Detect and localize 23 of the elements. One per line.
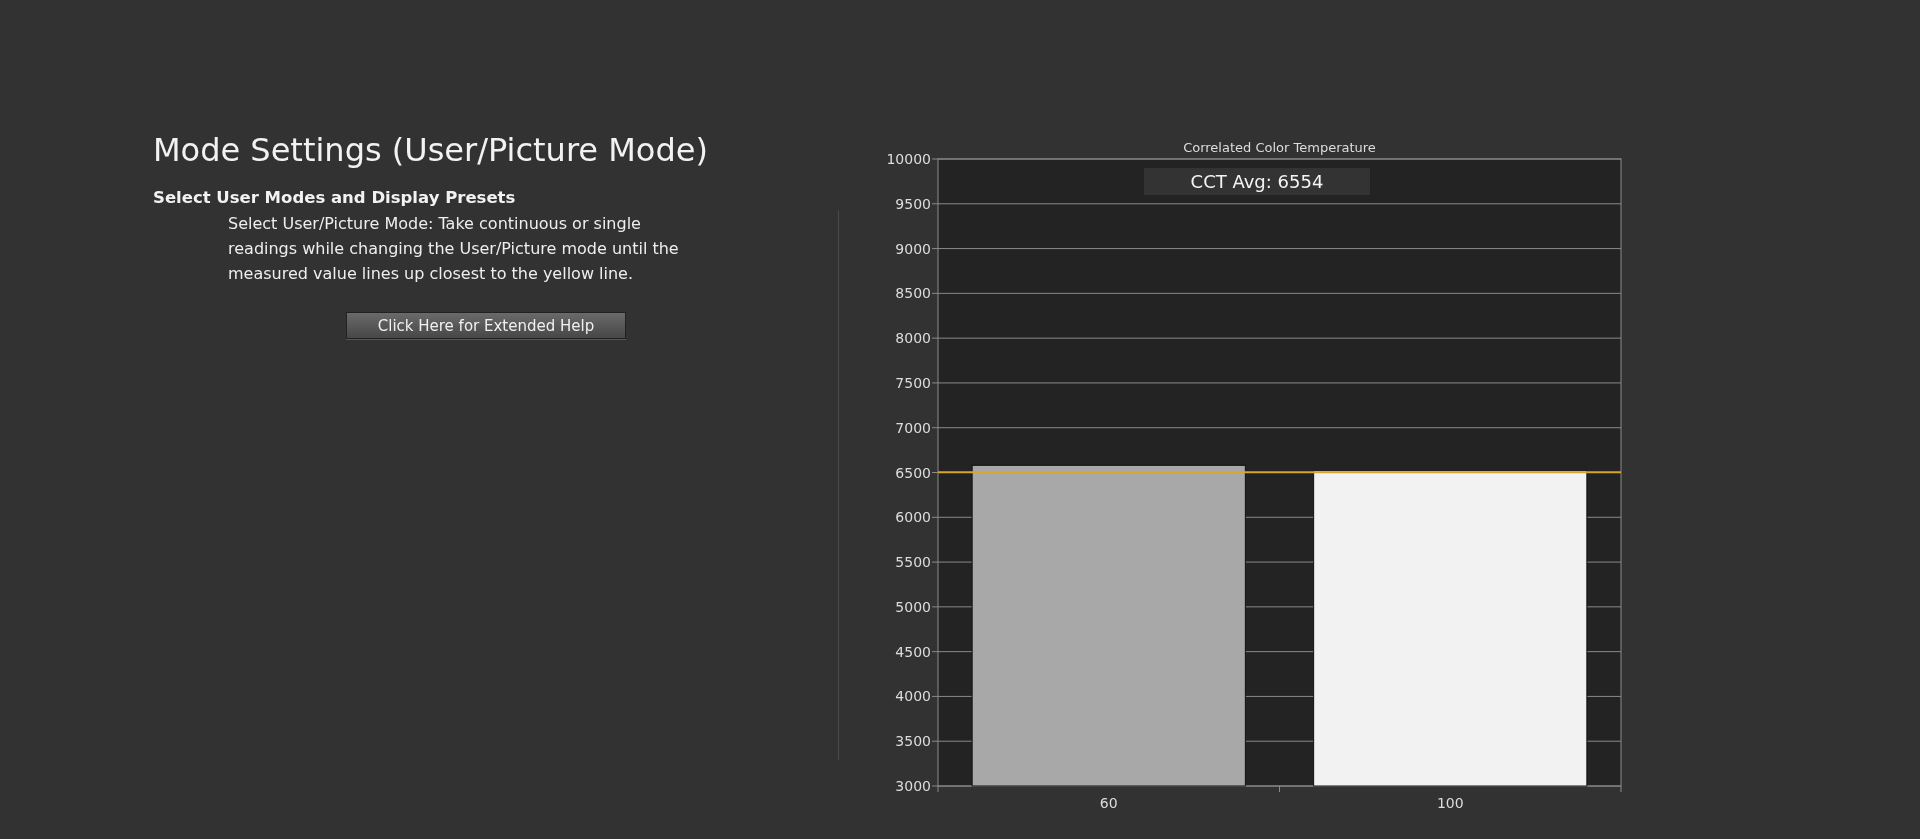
y-axis-label: 5000 [895,598,931,615]
x-axis-label: 100 [1436,795,1464,811]
y-axis-label: 7000 [895,419,931,436]
y-axis-label: 9000 [895,240,931,257]
y-axis-label: 6000 [895,509,931,526]
y-axis-label: 8000 [895,330,931,347]
chart-title: Correlated Color Temperature [1183,140,1376,155]
y-axis-label: 7500 [895,374,931,391]
y-axis-label: 4000 [895,688,931,705]
y-axis-label: 6500 [895,464,931,481]
extended-help-button[interactable]: Click Here for Extended Help [346,312,626,339]
y-axis-label: 3500 [895,733,931,750]
section-heading: Select User Modes and Display Presets [153,188,517,207]
y-axis-label: 4500 [895,643,931,660]
y-axis-label: 3000 [895,778,931,794]
y-axis-label: 10000 [886,151,931,167]
y-axis-label: 8500 [895,285,931,302]
y-axis-label: 5500 [895,554,931,571]
x-axis-label: 60 [1099,795,1118,811]
y-axis-label: 9500 [895,195,931,212]
page-title: Mode Settings (User/Picture Mode) [153,130,708,170]
instructions-text: Select User/Picture Mode: Take continuous or single readings while changing the User/Picture mode until the measured value lines up closest to the yellow line. [228,213,680,285]
average-badge: CCT Avg: 6554 [1144,168,1370,195]
